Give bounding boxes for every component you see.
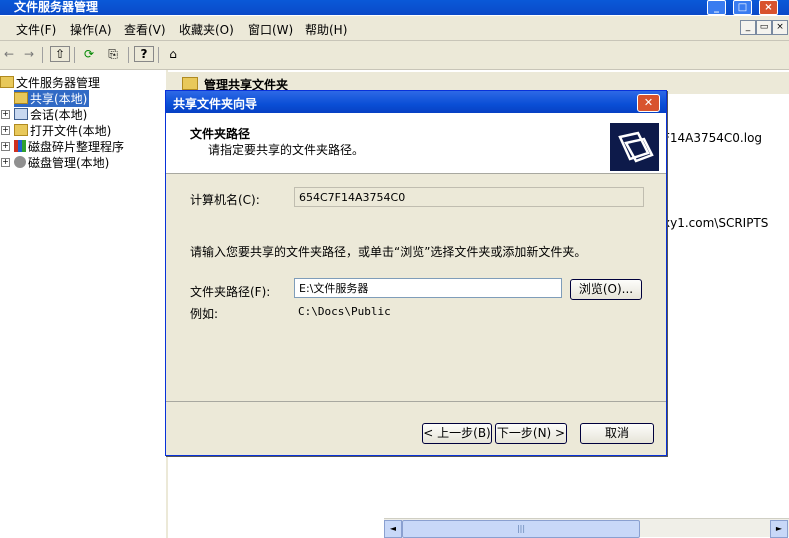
menu-view[interactable]: 查看(V)	[124, 21, 166, 38]
forward-arrow-icon[interactable]: →	[20, 46, 38, 63]
app-titlebar: 文件服务器管理 _ □ ×	[0, 0, 789, 15]
horizontal-scrollbar[interactable]: ◄ ||| ►	[384, 518, 789, 538]
next-button[interactable]: 下一步(N) >	[495, 423, 567, 444]
help-icon[interactable]: ?	[134, 46, 154, 62]
tree-item-disk-management[interactable]: 磁盘管理(本地)	[14, 154, 109, 171]
back-button[interactable]: < 上一步(B)	[422, 423, 492, 444]
app-title: 文件服务器管理	[14, 0, 99, 14]
toolbar-separator	[128, 47, 129, 63]
dialog-divider	[166, 401, 666, 402]
shared-folder-wizard-icon	[610, 123, 659, 171]
expand-icon[interactable]: +	[1, 158, 10, 167]
mdi-close-button[interactable]: ×	[772, 20, 788, 35]
scroll-right-button[interactable]: ►	[770, 520, 788, 538]
folder-icon	[0, 76, 14, 88]
menu-favorites[interactable]: 收藏夹(O)	[179, 21, 234, 38]
toolbar-separator	[74, 47, 75, 63]
toolbar-separator	[42, 47, 43, 63]
menu-file[interactable]: 文件(F)	[16, 21, 56, 38]
mdi-restore-button[interactable]: ▭	[756, 20, 772, 35]
wizard-header: 文件夹路径 请指定要共享的文件夹路径。	[166, 113, 666, 174]
maximize-button[interactable]: □	[733, 0, 752, 15]
expand-icon[interactable]: +	[1, 142, 10, 151]
computer-name-field: 654C7F14A3754C0	[294, 187, 644, 207]
toolbar-separator	[158, 47, 159, 63]
example-path: C:\Docs\Public	[298, 305, 391, 318]
mdi-minimize-button[interactable]: _	[740, 20, 756, 35]
wizard-heading: 文件夹路径	[190, 127, 251, 141]
scroll-thumb[interactable]: |||	[402, 520, 640, 538]
expand-icon[interactable]: +	[1, 126, 10, 135]
minimize-button[interactable]: _	[707, 0, 726, 15]
folder-icon	[182, 77, 198, 90]
share-folder-icon[interactable]: ⌂	[164, 46, 182, 63]
dialog-close-button[interactable]: ✕	[637, 94, 660, 112]
menu-bar: 文件(F) 操作(A) 查看(V) 收藏夹(O) 窗口(W) 帮助(H) _ ▭…	[0, 16, 789, 41]
tree-root[interactable]: 文件服务器管理	[0, 74, 100, 91]
tree-item-shares[interactable]: 共享(本地)	[14, 90, 90, 107]
list-item-text: xy1.com\SCRIPTS	[663, 216, 769, 230]
dialog-title: 共享文件夹向导	[173, 97, 258, 111]
computer-name-label: 计算机名(C):	[190, 193, 260, 207]
dialog-titlebar: 共享文件夹向导 ✕	[166, 91, 666, 113]
cancel-button[interactable]: 取消	[580, 423, 654, 444]
disk-management-icon	[14, 156, 26, 168]
browse-button[interactable]: 浏览(O)...	[570, 279, 642, 300]
folder-path-input[interactable]: E:\文件服务器	[294, 278, 562, 298]
list-item-text: F14A3754C0.log	[663, 131, 763, 145]
open-files-icon	[14, 124, 28, 136]
back-arrow-icon[interactable]: ←	[0, 46, 18, 63]
tree-item-open-files[interactable]: 打开文件(本地)	[14, 122, 111, 139]
console-tree: 文件服务器管理 共享(本地) + 会话(本地) + 打开文件(本地) + 磁盘碎…	[0, 70, 168, 538]
tree-item-sessions[interactable]: 会话(本地)	[14, 106, 87, 123]
tree-item-defrag[interactable]: 磁盘碎片整理程序	[14, 138, 124, 155]
share-folder-wizard: 共享文件夹向导 ✕ 文件夹路径 请指定要共享的文件夹路径。 计算机名(C): 6…	[165, 90, 667, 456]
scroll-left-button[interactable]: ◄	[384, 520, 402, 538]
export-list-icon[interactable]: ⎘	[104, 46, 122, 63]
instruction-text: 请输入您要共享的文件夹路径，或单击“浏览”选择文件夹或添加新文件夹。	[190, 245, 587, 259]
wizard-subheading: 请指定要共享的文件夹路径。	[208, 143, 365, 157]
toolbar: ← → ⇧ ⟳ ⎘ ? ⌂	[0, 41, 789, 70]
shared-folder-icon	[14, 92, 28, 104]
menu-window[interactable]: 窗口(W)	[248, 21, 293, 38]
sessions-icon	[14, 108, 28, 120]
example-label: 例如:	[190, 307, 219, 321]
defrag-icon	[14, 140, 26, 152]
up-folder-icon[interactable]: ⇧	[50, 46, 70, 62]
expand-icon[interactable]: +	[1, 110, 10, 119]
menu-help[interactable]: 帮助(H)	[305, 21, 347, 38]
refresh-icon[interactable]: ⟳	[80, 46, 98, 63]
close-button[interactable]: ×	[759, 0, 778, 15]
menu-action[interactable]: 操作(A)	[70, 21, 112, 38]
folder-path-label: 文件夹路径(F):	[190, 285, 271, 299]
